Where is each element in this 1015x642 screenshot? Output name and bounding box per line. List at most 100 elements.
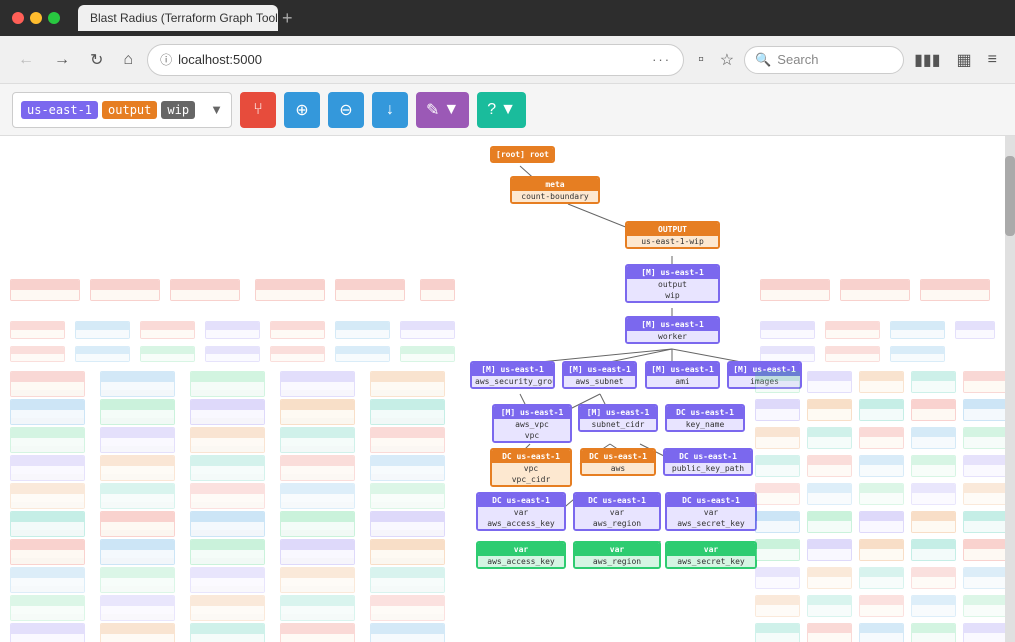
scrollbar-thumb[interactable] [1005,156,1015,236]
rgb-header: var [575,543,659,556]
bg-node [911,595,956,617]
workspace-selector[interactable]: us-east-1 output wip ▼ [12,92,232,128]
aws-header: DC us-east-1 [582,450,654,463]
module-worker-header: [M] us-east-1 [627,318,718,331]
secret-key-node[interactable]: DC us-east-1 var aws_secret_key [665,492,757,531]
bg-node [825,346,880,362]
bg-node [825,321,880,339]
bg-node [335,279,405,301]
main-canvas[interactable]: [root] root meta count-boundary OUTPUT u… [0,136,1015,642]
zoom-out-icon: ⊖ [339,100,352,120]
address-options[interactable]: ··· [652,52,671,67]
zoom-out-button[interactable]: ⊖ [328,92,364,128]
output-node[interactable]: OUTPUT us-east-1-wip [625,221,720,249]
rg-header: DC us-east-1 [575,494,659,507]
bg-node [100,399,175,425]
bg-node [963,567,1008,589]
access-key-node[interactable]: DC us-east-1 var aws_access_key [476,492,566,531]
rg-sub: var [575,507,659,518]
brush-button[interactable]: ✎ ▼ [416,92,469,128]
bg-node [920,279,990,301]
bg-node [190,567,265,593]
new-tab-button[interactable]: + [282,8,293,29]
help-arrow: ▼ [500,101,516,119]
bg-node [911,371,956,393]
meta-node-body: count-boundary [512,191,598,202]
pocket-button[interactable]: ▫ [692,47,710,73]
bg-node [859,483,904,505]
aws-node[interactable]: DC us-east-1 aws [580,448,656,476]
bg-node [859,567,904,589]
bg-node [890,321,945,339]
sidebar-button[interactable]: ▦ [951,46,978,74]
brush-icon: ✎ [426,100,439,120]
help-button[interactable]: ? ▼ [477,92,526,128]
region-bottom-node[interactable]: var aws_region [573,541,661,569]
search-bar[interactable]: 🔍 Search [744,46,904,74]
akb-header: var [478,543,564,556]
search-icon: 🔍 [755,52,771,68]
bg-node [280,623,355,642]
tab-bar: Blast Radius (Terraform Graph Tool × + [78,5,1003,31]
navbar: ← → ↻ ⌂ ⓘ localhost:5000 ··· ▫ ☆ 🔍 Searc… [0,36,1015,84]
bg-node [140,321,195,339]
bg-node [963,483,1008,505]
address-bar[interactable]: ⓘ localhost:5000 ··· [147,44,684,76]
secret-key-bottom-node[interactable]: var aws_secret_key [665,541,757,569]
bg-node [100,427,175,453]
bg-node [760,346,815,362]
maximize-traffic-light[interactable] [48,12,60,24]
meta-node[interactable]: meta count-boundary [510,176,600,204]
public-key-path-node[interactable]: DC us-east-1 public_key_path [663,448,753,476]
bg-node [911,427,956,449]
bg-node [963,539,1008,561]
home-button[interactable]: ⌂ [117,47,139,73]
key-name-node[interactable]: DC us-east-1 key_name [665,404,745,432]
bg-node [963,427,1008,449]
bg-node [10,595,85,621]
bg-node [10,539,85,565]
ak-header: DC us-east-1 [478,494,564,507]
zoom-in-button[interactable]: ⊕ [284,92,320,128]
bookmark-button[interactable]: ☆ [714,46,740,74]
subnet-cidr-node[interactable]: [M] us-east-1 subnet_cidr [578,404,658,432]
bg-node [190,511,265,537]
root-node-header: [root] root [492,148,553,161]
bg-node [755,371,800,393]
module-output-node[interactable]: [M] us-east-1 output wip [625,264,720,303]
bg-node [280,539,355,565]
minimize-traffic-light[interactable] [30,12,42,24]
lock-icon: ⓘ [160,51,172,68]
download-button[interactable]: ↓ [372,92,408,128]
zoom-in-icon: ⊕ [295,100,308,120]
ami-node[interactable]: [M] us-east-1 ami [645,361,720,389]
bg-node [370,399,445,425]
subnet-cidr-header: [M] us-east-1 [580,406,656,419]
menu-button[interactable]: ≡ [982,47,1003,73]
forward-button[interactable]: → [48,47,76,73]
security-group-node[interactable]: [M] us-east-1 aws_security_group [470,361,555,389]
refresh-button[interactable]: ↻ [84,46,109,74]
bg-node [963,455,1008,477]
sg-body: aws_security_group [472,376,553,387]
vpc-cidr-body: vpc [492,463,570,474]
module-worker-node[interactable]: [M] us-east-1 worker [625,316,720,344]
bg-node [100,371,175,397]
active-tab[interactable]: Blast Radius (Terraform Graph Tool × [78,5,278,31]
bg-node [963,595,1008,617]
back-button[interactable]: ← [12,47,40,73]
root-node[interactable]: [root] root [490,146,555,163]
git-button[interactable]: ⑂ [240,92,276,128]
rgb-body: aws_region [575,556,659,567]
scrollbar[interactable] [1005,136,1015,642]
bg-node [963,511,1008,533]
bg-node [807,455,852,477]
aws-vpc-node[interactable]: [M] us-east-1 aws_vpc vpc [492,404,572,443]
subnet-node[interactable]: [M] us-east-1 aws_subnet [562,361,637,389]
vpc-cidr-node[interactable]: DC us-east-1 vpc vpc_cidr [490,448,572,487]
library-button[interactable]: ▮▮▮ [908,46,946,74]
close-traffic-light[interactable] [12,12,24,24]
access-key-bottom-node[interactable]: var aws_access_key [476,541,566,569]
bg-node [10,371,85,397]
region-node[interactable]: DC us-east-1 var aws_region [573,492,661,531]
